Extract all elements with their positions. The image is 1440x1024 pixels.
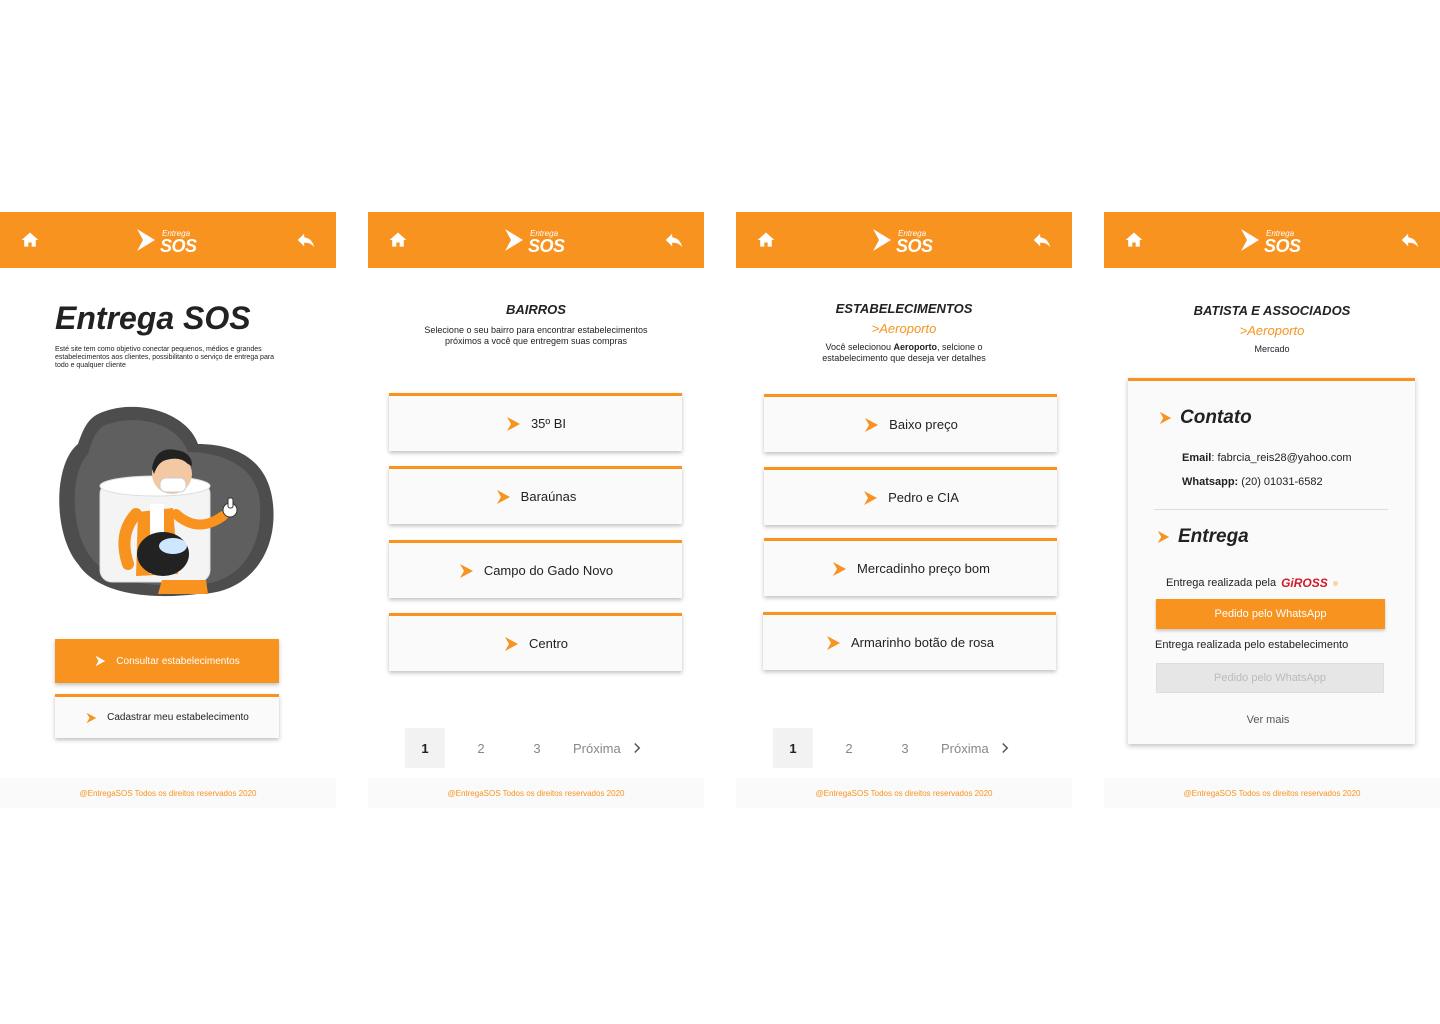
breadcrumb[interactable]: >Aeroporto [1104,323,1440,338]
page-title: BAIRROS [506,302,566,317]
app-logo[interactable]: Entrega SOS [504,228,565,256]
whatsapp-order-button[interactable]: Pedido pelo WhatsApp [1156,599,1385,629]
chevron-right-icon [633,742,641,754]
list-item-neighborhood[interactable]: 35º BI [389,393,682,451]
store-delivery-label: Entrega realizada pelo estabelecimento [1155,639,1349,651]
chevron-right-icon [505,416,521,432]
pagination: 1 2 3 Próxima [773,728,1009,768]
footer: @EntregaSOS Todos os direitos reservados… [0,778,336,808]
category-label: Mercado [1254,344,1290,354]
footer: @EntregaSOS Todos os direitos reservados… [1104,778,1440,808]
footer: @EntregaSOS Todos os direitos reservados… [368,778,704,808]
page-2-button[interactable]: 2 [461,728,501,768]
list-item-establishment[interactable]: Armarinho botão de rosa [763,612,1056,670]
list-item-label: 35º BI [530,416,567,431]
see-more-link[interactable]: Ver mais [1128,714,1408,726]
list-item-label: Pedro e CIA [888,490,959,505]
home-icon[interactable] [386,228,410,252]
chevron-right-icon [85,712,97,724]
next-label: Próxima [573,740,621,756]
register-establishment-button[interactable]: Cadastrar meu estabelecimento [55,694,279,738]
chevron-right-icon [862,490,878,506]
page-title: Entrega SOS [55,300,251,336]
app-logo[interactable]: Entrega SOS [136,228,197,256]
back-icon[interactable] [294,228,318,252]
page-subtitle-1: Você selecionou Aeroporto, selcione o [825,342,983,352]
chevron-right-icon [1001,742,1009,754]
app-logo[interactable]: Entrega SOS [1240,228,1301,256]
whatsapp-line[interactable]: Whatsapp: (20) 01031-6582 [1182,476,1323,488]
list-item-neighborhood[interactable]: Baraúnas [389,466,682,524]
back-icon[interactable] [1030,228,1054,252]
delivery-partner-line: Entrega realizada pela GiROSS [1166,576,1338,590]
whatsapp-order-button-disabled[interactable]: Pedido pelo WhatsApp [1156,663,1384,693]
list-item-establishment[interactable]: Baixo preço [764,394,1057,452]
page-subtitle-1: Selecione o seu bairro para encontrar es… [424,325,648,335]
gross-logo: GiROSS [1281,576,1328,590]
next-page-button[interactable]: Próxima [941,741,1009,756]
page-1-button[interactable]: 1 [405,728,445,768]
pagination: 1 2 3 Próxima [405,728,641,768]
establishments-screen: Entrega SOS ESTABELECIMENTOS >Aeroporto … [736,212,1072,808]
footer: @EntregaSOS Todos os direitos reservados… [736,778,1072,808]
back-icon[interactable] [1398,228,1422,252]
chevron-right-icon [863,417,879,433]
chevron-right-icon [825,635,841,651]
consult-establishments-button[interactable]: Consultar estabelecimentos [55,639,279,683]
home-icon[interactable] [18,228,42,252]
page-2-button[interactable]: 2 [829,728,869,768]
chevron-right-icon [831,561,847,577]
detail-card: Contato Email: fabrcia_reis28@yahoo.com … [1128,378,1415,744]
next-page-button[interactable]: Próxima [573,741,641,756]
next-label: Próxima [941,740,989,756]
list-item-label: Mercadinho preço bom [857,561,990,576]
chevron-right-icon [94,655,106,667]
neighborhoods-screen: Entrega SOS BAIRROS Selecione o seu bair… [368,212,704,808]
back-icon[interactable] [662,228,686,252]
list-item-label: Armarinho botão de rosa [850,635,995,650]
home-screen: Entrega SOS Entrega SOS Esté site tem co… [0,212,336,808]
page-3-button[interactable]: 3 [885,728,925,768]
page-3-button[interactable]: 3 [517,728,557,768]
list-item-neighborhood[interactable]: Centro [389,613,682,671]
chevron-right-icon [495,489,511,505]
chevron-right-icon [1156,530,1170,544]
list-item-label: Centro [528,636,569,651]
email-line[interactable]: Email: fabrcia_reis28@yahoo.com [1182,452,1352,464]
contact-section-title: Contato [1158,407,1252,429]
page-title: ESTABELECIMENTOS [835,301,973,316]
list-item-establishment[interactable]: Mercadinho preço bom [764,538,1057,596]
chevron-right-icon [458,563,474,579]
delivery-person-illustration [59,406,274,597]
page-1-button[interactable]: 1 [773,728,813,768]
establishment-detail-screen: Entrega SOS BATISTA E ASSOCIADOS >Aeropo… [1104,212,1440,808]
page-subtitle-2: próximos a você que entregem suas compra… [444,336,628,346]
page-title: BATISTA E ASSOCIADOS [1193,303,1351,318]
divider [1154,509,1388,510]
home-icon[interactable] [754,228,778,252]
list-item-neighborhood[interactable]: Campo do Gado Novo [389,540,682,598]
page-subtitle-2: estabelecimento que deseja ver detalhes [822,353,986,363]
list-item-label: Baixo preço [889,417,958,432]
chevron-right-icon [503,636,519,652]
list-item-establishment[interactable]: Pedro e CIA [764,467,1057,525]
register-label: Cadastrar meu estabelecimento [107,712,249,723]
delivery-section-title: Entrega [1156,526,1249,548]
consult-label: Consultar estabelecimentos [116,655,240,667]
site-description: Esté site tem como objetivo conectar peq… [55,346,275,369]
home-icon[interactable] [1122,228,1146,252]
chevron-right-icon [1158,411,1172,425]
list-item-label: Baraúnas [520,489,577,504]
list-item-label: Campo do Gado Novo [483,563,614,578]
app-logo[interactable]: Entrega SOS [872,228,933,256]
breadcrumb[interactable]: >Aeroporto [736,321,1072,336]
